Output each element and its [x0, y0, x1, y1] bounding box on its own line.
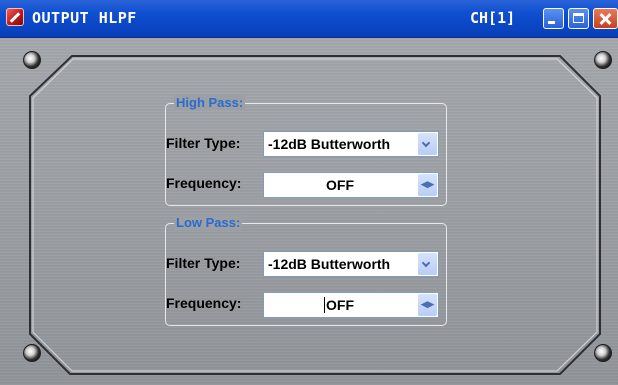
low-pass-filter-type-select[interactable]: -12dB Butterworth: [263, 251, 439, 277]
low-pass-group: Low Pass: Filter Type: -12dB Butterworth…: [165, 215, 447, 326]
screw-top-left: [23, 51, 41, 69]
high-pass-group: High Pass: Filter Type: -12dB Butterwort…: [165, 95, 447, 206]
low-pass-frequency-input[interactable]: OFF ◀▶: [263, 292, 439, 318]
title-bar[interactable]: OUTPUT HLPF CH[1]: [0, 0, 618, 38]
low-pass-title: Low Pass:: [174, 215, 243, 230]
chevron-down-icon[interactable]: [418, 133, 437, 155]
screw-bottom-right: [594, 344, 612, 362]
low-pass-filter-type-value: -12dB Butterworth: [268, 256, 391, 272]
high-pass-filter-type-label: Filter Type:: [166, 135, 241, 151]
low-pass-filter-type-label: Filter Type:: [166, 255, 241, 271]
chevron-down-icon[interactable]: [418, 253, 437, 275]
low-pass-frequency-label: Frequency:: [166, 295, 242, 311]
high-pass-filter-type-select[interactable]: -12dB Butterworth: [263, 131, 439, 157]
high-pass-frequency-label: Frequency:: [166, 175, 242, 191]
window-title: OUTPUT HLPF: [32, 9, 137, 27]
high-pass-frequency-input[interactable]: OFF ◀▶: [263, 172, 439, 198]
left-right-arrows-icon[interactable]: ◀▶: [418, 294, 437, 316]
app-icon: [6, 8, 24, 26]
high-pass-filter-type-value: -12dB Butterworth: [268, 136, 391, 152]
panel-frame: [29, 55, 601, 375]
metal-panel: [0, 38, 618, 385]
left-right-arrows-icon[interactable]: ◀▶: [418, 174, 437, 196]
close-button[interactable]: [593, 8, 618, 29]
channel-label: CH[1]: [470, 9, 516, 27]
output-hlpf-window: OUTPUT HLPF CH[1] High Pass: Filter Type…: [0, 0, 618, 385]
low-pass-frequency-value: OFF: [326, 297, 354, 313]
high-pass-frequency-value: OFF: [326, 177, 354, 193]
screw-top-right: [594, 51, 612, 69]
maximize-button[interactable]: [568, 8, 589, 29]
screw-bottom-left: [23, 344, 41, 362]
minimize-button[interactable]: [543, 8, 564, 29]
high-pass-title: High Pass:: [174, 95, 246, 110]
